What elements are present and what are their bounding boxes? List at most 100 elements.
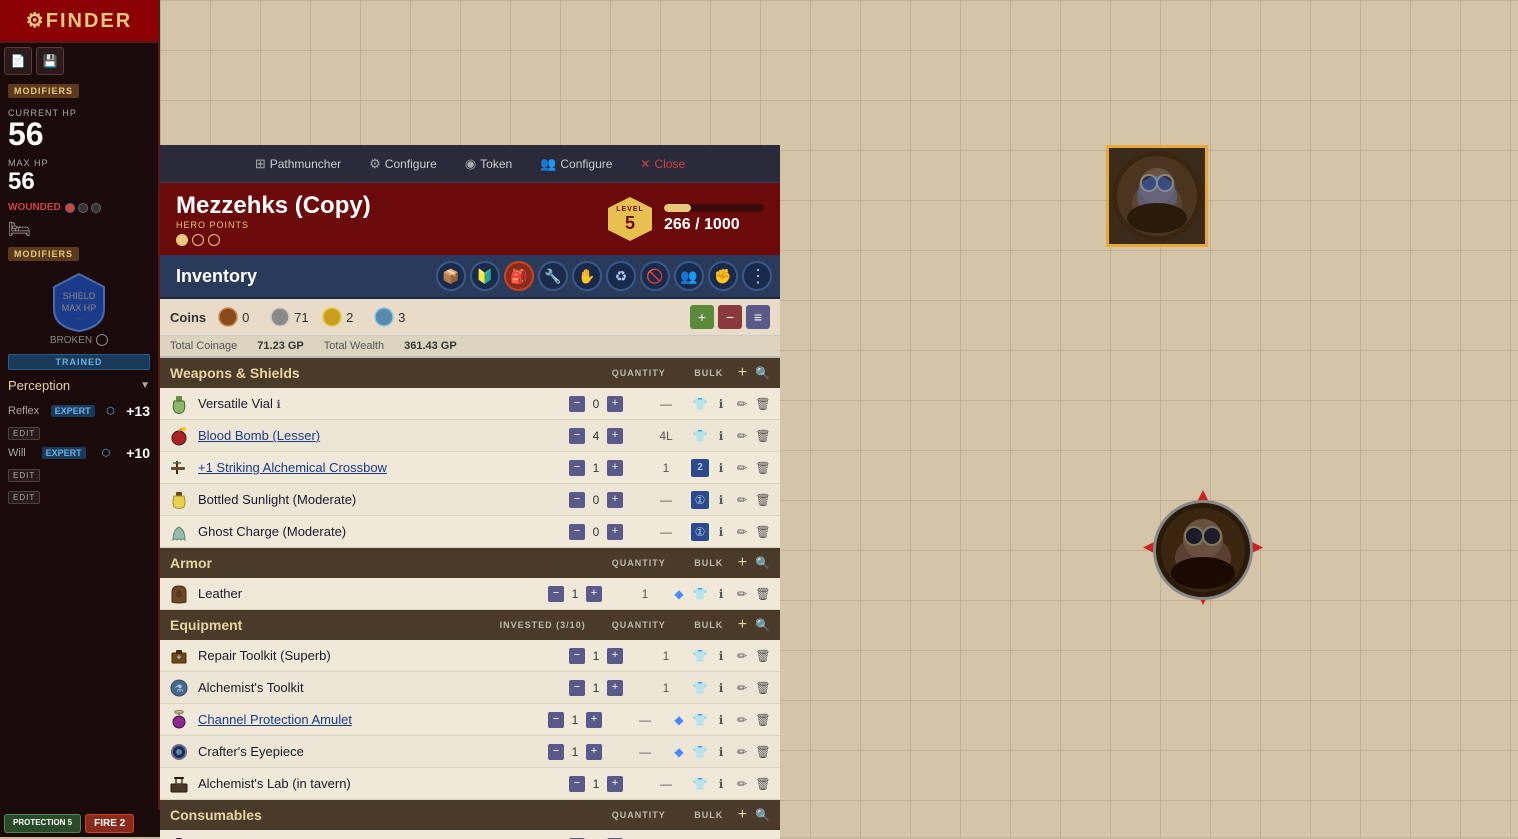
equipment-add-button[interactable]: + <box>734 616 751 634</box>
token-2-container[interactable] <box>1143 490 1263 610</box>
pathmuncher-button[interactable]: ⊞ Pathmuncher <box>249 152 347 176</box>
edit-icon-bomb[interactable]: ✏ <box>733 427 751 445</box>
delete-icon-toolkit[interactable]: 🗑 <box>754 647 772 665</box>
info-btn-sunlight[interactable]: ℹ <box>712 491 730 509</box>
edit-button-2[interactable]: EDIT <box>8 469 40 482</box>
equip-icon-toolkit[interactable]: 👕 <box>691 647 709 665</box>
close-button[interactable]: ✕ Close <box>634 153 691 175</box>
edit-icon-amulet[interactable]: ✏ <box>733 711 751 729</box>
item-name-amulet[interactable]: Channel Protection Amulet <box>198 712 530 727</box>
qty-plus-sunlight[interactable]: + <box>607 492 623 508</box>
perception-section[interactable]: Perception ▼ <box>0 374 158 397</box>
equip-icon-lab[interactable]: 👕 <box>691 775 709 793</box>
sidebar-icon-1[interactable]: 📄 <box>4 47 32 75</box>
qty-plus-crossbow[interactable]: + <box>607 460 623 476</box>
edit-icon-leather[interactable]: ✏ <box>733 585 751 603</box>
configure-button-1[interactable]: ⚙ Configure <box>363 152 443 176</box>
edit-icon-ghost[interactable]: ✏ <box>733 523 751 541</box>
armor-search-button[interactable]: 🔍 <box>755 556 770 570</box>
qty-minus-amulet[interactable]: − <box>548 712 564 728</box>
qty-minus-ghost[interactable]: − <box>569 524 585 540</box>
modifiers-button-2[interactable]: MODIFIERS <box>8 247 79 261</box>
edit-button-3[interactable]: EDIT <box>8 491 40 504</box>
qty-minus-vial[interactable]: − <box>569 396 585 412</box>
tab-icon-more[interactable]: ⋮ <box>742 261 772 291</box>
hero-dot-2[interactable] <box>192 234 204 246</box>
qty-plus-bomb[interactable]: + <box>607 428 623 444</box>
tab-icon-refresh[interactable]: ♻ <box>606 261 636 291</box>
hero-dot-1[interactable] <box>176 234 188 246</box>
tab-icon-backpack[interactable]: 🎒 <box>504 261 534 291</box>
equip-icon-eyepiece[interactable]: 👕 <box>691 743 709 761</box>
info-btn-vial[interactable]: ℹ <box>712 395 730 413</box>
info-btn-toolkit[interactable]: ℹ <box>712 647 730 665</box>
info-btn-alch-toolkit[interactable]: ℹ <box>712 679 730 697</box>
qty-plus-leather[interactable]: + <box>586 586 602 602</box>
delete-icon-lab[interactable]: 🗑 <box>754 775 772 793</box>
info-btn-crossbow[interactable]: ℹ <box>712 459 730 477</box>
qty-plus-ghost[interactable]: + <box>607 524 623 540</box>
equip-icon-sunlight[interactable]: ① <box>691 491 709 509</box>
trained-button[interactable]: TRAINED <box>8 354 150 370</box>
edit-icon-vial[interactable]: ✏ <box>733 395 751 413</box>
qty-minus-toolkit[interactable]: − <box>569 648 585 664</box>
edit-icon-alch-toolkit[interactable]: ✏ <box>733 679 751 697</box>
delete-icon-ghost[interactable]: 🗑 <box>754 523 772 541</box>
weapons-search-button[interactable]: 🔍 <box>755 366 770 380</box>
diamond-icon-leather[interactable]: ◆ <box>670 585 688 603</box>
qty-plus-vial[interactable]: + <box>607 396 623 412</box>
delete-icon-sunlight[interactable]: 🗑 <box>754 491 772 509</box>
equipment-search-button[interactable]: 🔍 <box>755 618 770 632</box>
item-name-bomb[interactable]: Blood Bomb (Lesser) <box>198 428 551 443</box>
info-btn-bomb[interactable]: ℹ <box>712 427 730 445</box>
info-btn-ghost[interactable]: ℹ <box>712 523 730 541</box>
tab-icon-bag[interactable]: 📦 <box>436 261 466 291</box>
protection-badge[interactable]: PROTECTION 5 <box>4 814 81 833</box>
info-icon-vial[interactable]: ℹ <box>277 399 281 411</box>
info-btn-amulet[interactable]: ℹ <box>712 711 730 729</box>
armor-add-button[interactable]: + <box>734 554 751 572</box>
info-btn-eyepiece[interactable]: ℹ <box>712 743 730 761</box>
weapons-add-button[interactable]: + <box>734 364 751 382</box>
qty-plus-alch-toolkit[interactable]: + <box>607 680 623 696</box>
rest-icon[interactable]: 🛏 <box>0 217 158 242</box>
fire-badge[interactable]: FIRE 2 <box>85 814 134 833</box>
token-button[interactable]: ◉ Token <box>459 152 518 176</box>
delete-icon-vial[interactable]: 🗑 <box>754 395 772 413</box>
qty-minus-eyepiece[interactable]: − <box>548 744 564 760</box>
equip-icon-ghost[interactable]: ① <box>691 523 709 541</box>
tab-icon-hammer[interactable]: 🔧 <box>538 261 568 291</box>
qty-minus-leather[interactable]: − <box>548 586 564 602</box>
tab-icon-group[interactable]: 👥 <box>674 261 704 291</box>
token-1-container[interactable] <box>1106 145 1208 247</box>
equip-icon-bomb[interactable]: 👕 <box>691 427 709 445</box>
edit-icon-eyepiece[interactable]: ✏ <box>733 743 751 761</box>
info-btn-lab[interactable]: ℹ <box>712 775 730 793</box>
delete-icon-bomb[interactable]: 🗑 <box>754 427 772 445</box>
qty-plus-toolkit[interactable]: + <box>607 648 623 664</box>
qty-minus-sunlight[interactable]: − <box>569 492 585 508</box>
coins-stack-button[interactable]: ≡ <box>746 305 770 329</box>
edit-icon-toolkit[interactable]: ✏ <box>733 647 751 665</box>
delete-icon-leather[interactable]: 🗑 <box>754 585 772 603</box>
tab-icon-hand[interactable]: ✋ <box>572 261 602 291</box>
qty-minus-bomb[interactable]: − <box>569 428 585 444</box>
edit-icon-lab[interactable]: ✏ <box>733 775 751 793</box>
delete-icon-amulet[interactable]: 🗑 <box>754 711 772 729</box>
edit-icon-sunlight[interactable]: ✏ <box>733 491 751 509</box>
consumables-search-button[interactable]: 🔍 <box>755 808 770 822</box>
tab-icon-fist[interactable]: ✊ <box>708 261 738 291</box>
qty-minus-lab[interactable]: − <box>569 776 585 792</box>
diamond-icon-eyepiece[interactable]: ◆ <box>670 743 688 761</box>
qty-minus-crossbow[interactable]: − <box>569 460 585 476</box>
equip-icon-alch-toolkit[interactable]: 👕 <box>691 679 709 697</box>
equip-icon-vial[interactable]: 👕 <box>691 395 709 413</box>
delete-icon-eyepiece[interactable]: 🗑 <box>754 743 772 761</box>
configure-button-2[interactable]: 👥 Configure <box>534 152 618 176</box>
qty-plus-amulet[interactable]: + <box>586 712 602 728</box>
hero-dot-3[interactable] <box>208 234 220 246</box>
qty-plus-lab[interactable]: + <box>607 776 623 792</box>
edit-button-1[interactable]: EDIT <box>8 427 40 440</box>
diamond-icon-amulet[interactable]: ◆ <box>670 711 688 729</box>
sidebar-icon-2[interactable]: 💾 <box>36 47 64 75</box>
